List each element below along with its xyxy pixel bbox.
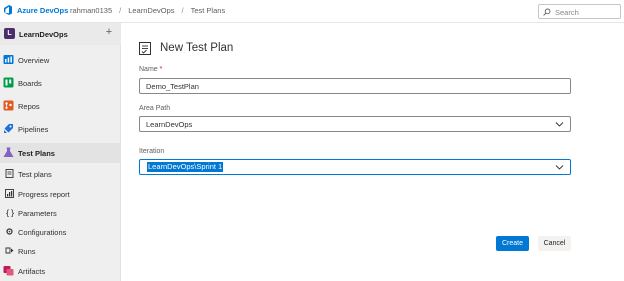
name-label: Name * [139,66,162,73]
breadcrumb-org[interactable]: rahman0135 [70,6,112,15]
create-button[interactable]: Create [496,236,529,251]
chevron-down-icon[interactable] [555,121,564,128]
sidebar-item-configurations[interactable]: Configurations [0,222,121,242]
runs-icon [5,247,14,254]
boards-icon [3,77,14,88]
iteration-value: LearnDevOps\Sprint 1 [147,162,224,172]
add-icon[interactable]: + [104,26,114,38]
area-path-label: Area Path [139,105,171,112]
name-field[interactable]: Demo_TestPlan [139,78,571,94]
area-path-value: LearnDevOps [146,120,193,129]
top-bar: Azure DevOps rahman0135 / LearnDevOps / … [0,0,624,23]
name-label-text: Name [139,66,158,73]
brand-link[interactable]: Azure DevOps [17,6,68,15]
project-name[interactable]: LearnDevOps [19,30,68,39]
sidebar-item-artifacts[interactable]: Artifacts [0,261,121,281]
sidebar-item-label: Parameters [18,209,57,218]
area-path-dropdown[interactable]: LearnDevOps [139,116,571,132]
breadcrumb-project[interactable]: LearnDevOps [128,6,174,15]
sidebar: L LearnDevOps + Overview Boards Repos Pi… [0,23,121,281]
breadcrumb-separator: / [181,6,184,15]
sidebar-item-label: Artifacts [18,267,46,276]
sidebar-item-parameters[interactable]: {} Parameters [0,203,121,223]
page-title: New Test Plan [160,42,234,54]
search-icon [543,8,551,16]
sidebar-item-progress-report[interactable]: Progress report [0,184,121,204]
parameters-icon: {} [5,209,14,218]
sidebar-item-test-plans[interactable]: Test Plans [0,143,121,163]
sidebar-item-overview[interactable]: Overview [0,50,121,70]
sidebar-item-label: Pipelines [18,125,49,134]
required-mark: * [159,66,163,73]
pipelines-icon [4,124,13,133]
test-plans-icon [3,147,14,157]
breadcrumb: rahman0135 / LearnDevOps / Test Plans [70,6,225,15]
test-plans-sub-icon [5,169,14,178]
sidebar-item-label: Test Plans [18,149,55,158]
project-avatar: L [4,28,15,39]
sidebar-item-label: Progress report [18,190,70,199]
progress-report-icon [5,189,14,198]
sidebar-item-label: Overview [18,56,50,65]
repos-icon [3,100,14,111]
test-plan-icon [139,42,151,55]
overview-icon [3,55,14,64]
sidebar-item-label: Boards [18,79,42,88]
iteration-dropdown[interactable]: LearnDevOps\Sprint 1 [139,159,571,175]
breadcrumb-page[interactable]: Test Plans [191,6,226,15]
sidebar-item-test-plans-sub[interactable]: Test plans [0,164,121,184]
chevron-down-icon[interactable] [555,164,564,171]
sidebar-item-pipelines[interactable]: Pipelines [0,119,121,139]
search-placeholder: Search [555,8,579,17]
svg-text:{}: {} [5,209,14,218]
sidebar-item-label: Repos [18,102,40,111]
sidebar-item-label: Test plans [18,170,52,179]
artifacts-icon [3,266,14,276]
sidebar-item-label: Configurations [18,228,67,237]
iteration-label: Iteration [139,148,165,155]
search-input[interactable]: Search [538,4,621,19]
project-header[interactable]: L LearnDevOps + [0,23,121,45]
sidebar-item-runs[interactable]: Runs [0,241,121,261]
name-field-value: Demo_TestPlan [146,82,199,91]
sidebar-item-repos[interactable]: Repos [0,96,121,116]
sidebar-item-label: Runs [18,247,36,256]
cancel-button[interactable]: Cancel [538,236,571,251]
configurations-icon [6,228,13,235]
breadcrumb-separator: / [119,6,122,15]
azure-devops-logo-icon[interactable] [3,5,13,15]
sidebar-item-boards[interactable]: Boards [0,73,121,93]
